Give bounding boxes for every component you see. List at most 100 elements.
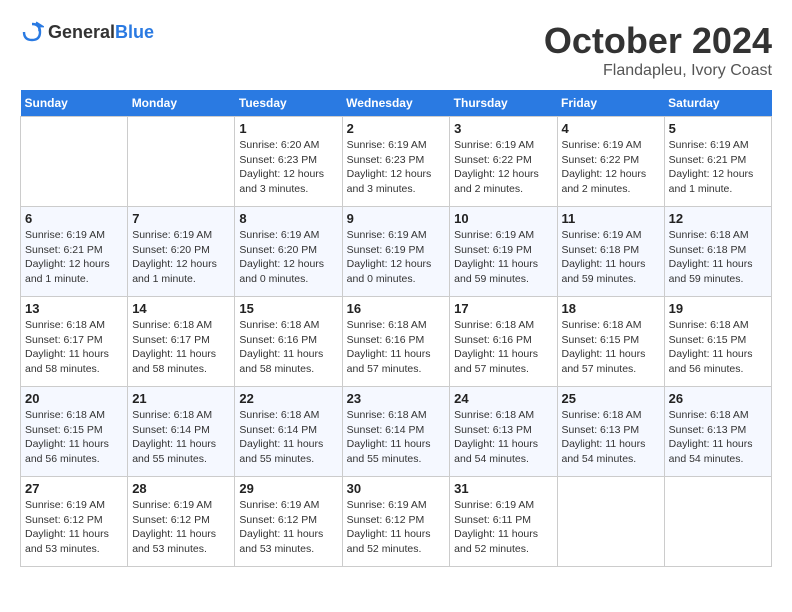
logo-general: General (48, 22, 115, 42)
day-info: Sunrise: 6:18 AM Sunset: 6:14 PM Dayligh… (347, 408, 446, 467)
logo: GeneralBlue (20, 20, 154, 44)
day-info: Sunrise: 6:18 AM Sunset: 6:18 PM Dayligh… (669, 228, 767, 287)
day-number: 13 (25, 301, 123, 316)
day-info: Sunrise: 6:18 AM Sunset: 6:15 PM Dayligh… (669, 318, 767, 377)
day-number: 10 (454, 211, 552, 226)
calendar-week-row: 13 Sunrise: 6:18 AM Sunset: 6:17 PM Dayli… (21, 297, 772, 387)
calendar-cell: 19 Sunrise: 6:18 AM Sunset: 6:15 PM Dayli… (664, 297, 771, 387)
day-info: Sunrise: 6:18 AM Sunset: 6:15 PM Dayligh… (25, 408, 123, 467)
calendar-cell (664, 477, 771, 567)
day-info: Sunrise: 6:19 AM Sunset: 6:12 PM Dayligh… (347, 498, 446, 557)
calendar-cell: 26 Sunrise: 6:18 AM Sunset: 6:13 PM Dayli… (664, 387, 771, 477)
calendar-cell: 22 Sunrise: 6:18 AM Sunset: 6:14 PM Dayli… (235, 387, 342, 477)
calendar-cell: 11Sunrise: 6:19 AM Sunset: 6:18 PM Dayli… (557, 207, 664, 297)
weekday-header: Friday (557, 90, 664, 117)
day-number: 21 (132, 391, 230, 406)
weekday-header: Monday (128, 90, 235, 117)
calendar-cell: 5 Sunrise: 6:19 AM Sunset: 6:21 PM Daylig… (664, 117, 771, 207)
calendar-week-row: 27 Sunrise: 6:19 AM Sunset: 6:12 PM Dayli… (21, 477, 772, 567)
location-title: Flandapleu, Ivory Coast (544, 62, 772, 80)
day-number: 15 (239, 301, 337, 316)
calendar-cell: 12Sunrise: 6:18 AM Sunset: 6:18 PM Dayli… (664, 207, 771, 297)
logo-icon (20, 20, 44, 44)
weekday-header: Sunday (21, 90, 128, 117)
day-info: Sunrise: 6:18 AM Sunset: 6:15 PM Dayligh… (562, 318, 660, 377)
day-number: 6 (25, 211, 123, 226)
day-number: 24 (454, 391, 552, 406)
day-number: 3 (454, 121, 552, 136)
day-info: Sunrise: 6:19 AM Sunset: 6:18 PM Dayligh… (562, 228, 660, 287)
calendar-cell: 28 Sunrise: 6:19 AM Sunset: 6:12 PM Dayli… (128, 477, 235, 567)
day-info: Sunrise: 6:19 AM Sunset: 6:21 PM Dayligh… (669, 138, 767, 197)
day-info: Sunrise: 6:19 AM Sunset: 6:22 PM Dayligh… (562, 138, 660, 197)
day-number: 5 (669, 121, 767, 136)
day-info: Sunrise: 6:18 AM Sunset: 6:16 PM Dayligh… (454, 318, 552, 377)
day-info: Sunrise: 6:18 AM Sunset: 6:17 PM Dayligh… (132, 318, 230, 377)
day-info: Sunrise: 6:19 AM Sunset: 6:21 PM Dayligh… (25, 228, 123, 287)
day-info: Sunrise: 6:19 AM Sunset: 6:20 PM Dayligh… (132, 228, 230, 287)
day-info: Sunrise: 6:19 AM Sunset: 6:12 PM Dayligh… (132, 498, 230, 557)
calendar-cell: 8Sunrise: 6:19 AM Sunset: 6:20 PM Daylig… (235, 207, 342, 297)
day-info: Sunrise: 6:18 AM Sunset: 6:16 PM Dayligh… (239, 318, 337, 377)
calendar-cell: 6 Sunrise: 6:19 AM Sunset: 6:21 PM Daylig… (21, 207, 128, 297)
calendar-cell: 3 Sunrise: 6:19 AM Sunset: 6:22 PM Daylig… (450, 117, 557, 207)
day-number: 7 (132, 211, 230, 226)
calendar-table: SundayMondayTuesdayWednesdayThursdayFrid… (20, 90, 772, 567)
calendar-cell (21, 117, 128, 207)
day-info: Sunrise: 6:19 AM Sunset: 6:19 PM Dayligh… (454, 228, 552, 287)
calendar-cell: 30 Sunrise: 6:19 AM Sunset: 6:12 PM Dayli… (342, 477, 450, 567)
day-number: 19 (669, 301, 767, 316)
calendar-cell (557, 477, 664, 567)
day-number: 28 (132, 481, 230, 496)
calendar-cell: 20Sunrise: 6:18 AM Sunset: 6:15 PM Dayli… (21, 387, 128, 477)
calendar-cell: 23 Sunrise: 6:18 AM Sunset: 6:14 PM Dayli… (342, 387, 450, 477)
day-number: 4 (562, 121, 660, 136)
weekday-header: Thursday (450, 90, 557, 117)
day-number: 1 (239, 121, 337, 136)
day-info: Sunrise: 6:19 AM Sunset: 6:20 PM Dayligh… (239, 228, 337, 287)
day-number: 26 (669, 391, 767, 406)
day-number: 30 (347, 481, 446, 496)
day-info: Sunrise: 6:19 AM Sunset: 6:23 PM Dayligh… (347, 138, 446, 197)
day-number: 29 (239, 481, 337, 496)
calendar-cell: 31Sunrise: 6:19 AM Sunset: 6:11 PM Dayli… (450, 477, 557, 567)
calendar-cell (128, 117, 235, 207)
day-number: 23 (347, 391, 446, 406)
calendar-cell: 17 Sunrise: 6:18 AM Sunset: 6:16 PM Dayli… (450, 297, 557, 387)
day-info: Sunrise: 6:19 AM Sunset: 6:12 PM Dayligh… (25, 498, 123, 557)
day-info: Sunrise: 6:18 AM Sunset: 6:17 PM Dayligh… (25, 318, 123, 377)
day-info: Sunrise: 6:19 AM Sunset: 6:19 PM Dayligh… (347, 228, 446, 287)
day-info: Sunrise: 6:18 AM Sunset: 6:14 PM Dayligh… (239, 408, 337, 467)
calendar-cell: 29 Sunrise: 6:19 AM Sunset: 6:12 PM Dayli… (235, 477, 342, 567)
day-number: 9 (347, 211, 446, 226)
calendar-cell: 10 Sunrise: 6:19 AM Sunset: 6:19 PM Dayli… (450, 207, 557, 297)
day-number: 22 (239, 391, 337, 406)
weekday-header: Wednesday (342, 90, 450, 117)
weekday-header: Tuesday (235, 90, 342, 117)
calendar-cell: 1Sunrise: 6:20 AM Sunset: 6:23 PM Daylig… (235, 117, 342, 207)
calendar-header-row: SundayMondayTuesdayWednesdayThursdayFrid… (21, 90, 772, 117)
day-number: 17 (454, 301, 552, 316)
day-info: Sunrise: 6:18 AM Sunset: 6:14 PM Dayligh… (132, 408, 230, 467)
calendar-cell: 21 Sunrise: 6:18 AM Sunset: 6:14 PM Dayli… (128, 387, 235, 477)
calendar-cell: 2Sunrise: 6:19 AM Sunset: 6:23 PM Daylig… (342, 117, 450, 207)
calendar-cell: 15 Sunrise: 6:18 AM Sunset: 6:16 PM Dayli… (235, 297, 342, 387)
day-info: Sunrise: 6:18 AM Sunset: 6:13 PM Dayligh… (669, 408, 767, 467)
logo-blue: Blue (115, 22, 154, 42)
calendar-cell: 14Sunrise: 6:18 AM Sunset: 6:17 PM Dayli… (128, 297, 235, 387)
weekday-header: Saturday (664, 90, 771, 117)
calendar-cell: 16Sunrise: 6:18 AM Sunset: 6:16 PM Dayli… (342, 297, 450, 387)
day-info: Sunrise: 6:18 AM Sunset: 6:16 PM Dayligh… (347, 318, 446, 377)
day-number: 31 (454, 481, 552, 496)
calendar-cell: 24 Sunrise: 6:18 AM Sunset: 6:13 PM Dayli… (450, 387, 557, 477)
title-area: October 2024 Flandapleu, Ivory Coast (544, 20, 772, 80)
calendar-cell: 25Sunrise: 6:18 AM Sunset: 6:13 PM Dayli… (557, 387, 664, 477)
calendar-week-row: 6 Sunrise: 6:19 AM Sunset: 6:21 PM Daylig… (21, 207, 772, 297)
day-info: Sunrise: 6:18 AM Sunset: 6:13 PM Dayligh… (454, 408, 552, 467)
day-info: Sunrise: 6:19 AM Sunset: 6:22 PM Dayligh… (454, 138, 552, 197)
day-info: Sunrise: 6:19 AM Sunset: 6:12 PM Dayligh… (239, 498, 337, 557)
day-number: 27 (25, 481, 123, 496)
calendar-cell: 7 Sunrise: 6:19 AM Sunset: 6:20 PM Daylig… (128, 207, 235, 297)
day-number: 18 (562, 301, 660, 316)
calendar-cell: 9 Sunrise: 6:19 AM Sunset: 6:19 PM Daylig… (342, 207, 450, 297)
